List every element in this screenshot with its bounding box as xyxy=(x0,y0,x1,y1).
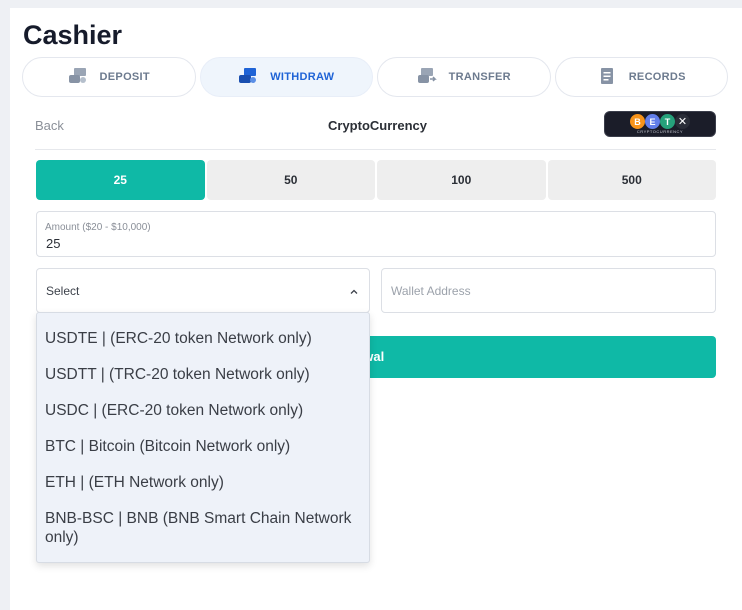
records-icon xyxy=(597,67,617,88)
tab-transfer[interactable]: TRANSFER xyxy=(377,57,551,97)
tab-records[interactable]: RECORDS xyxy=(554,57,728,97)
amount-field-value[interactable]: 25 xyxy=(46,236,60,251)
currency-dropdown: USDTE | (ERC-20 token Network only) USDT… xyxy=(36,312,370,563)
tab-deposit[interactable]: DEPOSIT xyxy=(22,57,196,97)
amount-field-label: Amount ($20 - $10,000) xyxy=(45,222,151,233)
currency-option-btc[interactable]: BTC | Bitcoin (Bitcoin Network only) xyxy=(45,437,363,456)
badge-caption: CRYPTOCURRENCY xyxy=(636,129,684,134)
withdraw-icon xyxy=(238,67,258,88)
tab-records-label: RECORDS xyxy=(628,71,686,83)
currency-select[interactable]: Select xyxy=(36,268,370,313)
transfer-icon xyxy=(417,67,437,88)
amount-options: 25 50 100 500 xyxy=(36,160,716,200)
cashier-tabs: DEPOSIT WITHDRAW TRANSFER RECORDS xyxy=(22,57,728,97)
currency-select-value: Select xyxy=(46,284,80,298)
amount-field[interactable]: Amount ($20 - $10,000) 25 xyxy=(36,211,716,257)
wallet-address-input[interactable] xyxy=(381,268,716,313)
page-title: Cashier xyxy=(23,20,123,50)
tab-withdraw-label: WITHDRAW xyxy=(270,71,335,83)
back-link[interactable]: Back xyxy=(35,118,64,133)
amount-option-50[interactable]: 50 xyxy=(206,160,375,200)
currency-option-usdte[interactable]: USDTE | (ERC-20 token Network only) xyxy=(45,329,363,348)
ethereum-coin-icon: E xyxy=(645,114,660,129)
currency-option-bnb-bsc[interactable]: BNB-BSC | BNB (BNB Smart Chain Network o… xyxy=(45,509,363,547)
tab-deposit-label: DEPOSIT xyxy=(99,71,150,83)
deposit-icon xyxy=(68,67,88,88)
amount-option-100[interactable]: 100 xyxy=(377,160,546,200)
tab-transfer-label: TRANSFER xyxy=(448,71,511,83)
method-header: Back CryptoCurrency B E T ✕ CRYPTOCURREN… xyxy=(35,110,716,150)
currency-option-usdc[interactable]: USDC | (ERC-20 token Network only) xyxy=(45,401,363,420)
tether-coin-icon: T xyxy=(660,114,675,129)
currency-option-eth[interactable]: ETH | (ETH Network only) xyxy=(45,473,363,492)
tab-withdraw[interactable]: WITHDRAW xyxy=(199,57,373,97)
amount-option-500[interactable]: 500 xyxy=(547,160,716,200)
bitcoin-coin-icon: B xyxy=(630,114,645,129)
xrp-coin-icon: ✕ xyxy=(675,114,690,129)
cryptocurrency-badge: B E T ✕ CRYPTOCURRENCY xyxy=(604,111,716,137)
amount-option-25[interactable]: 25 xyxy=(36,160,205,200)
currency-option-usdtt[interactable]: USDTT | (TRC-20 token Network only) xyxy=(45,365,363,384)
chevron-up-icon xyxy=(349,284,359,294)
method-title: CryptoCurrency xyxy=(328,118,427,133)
